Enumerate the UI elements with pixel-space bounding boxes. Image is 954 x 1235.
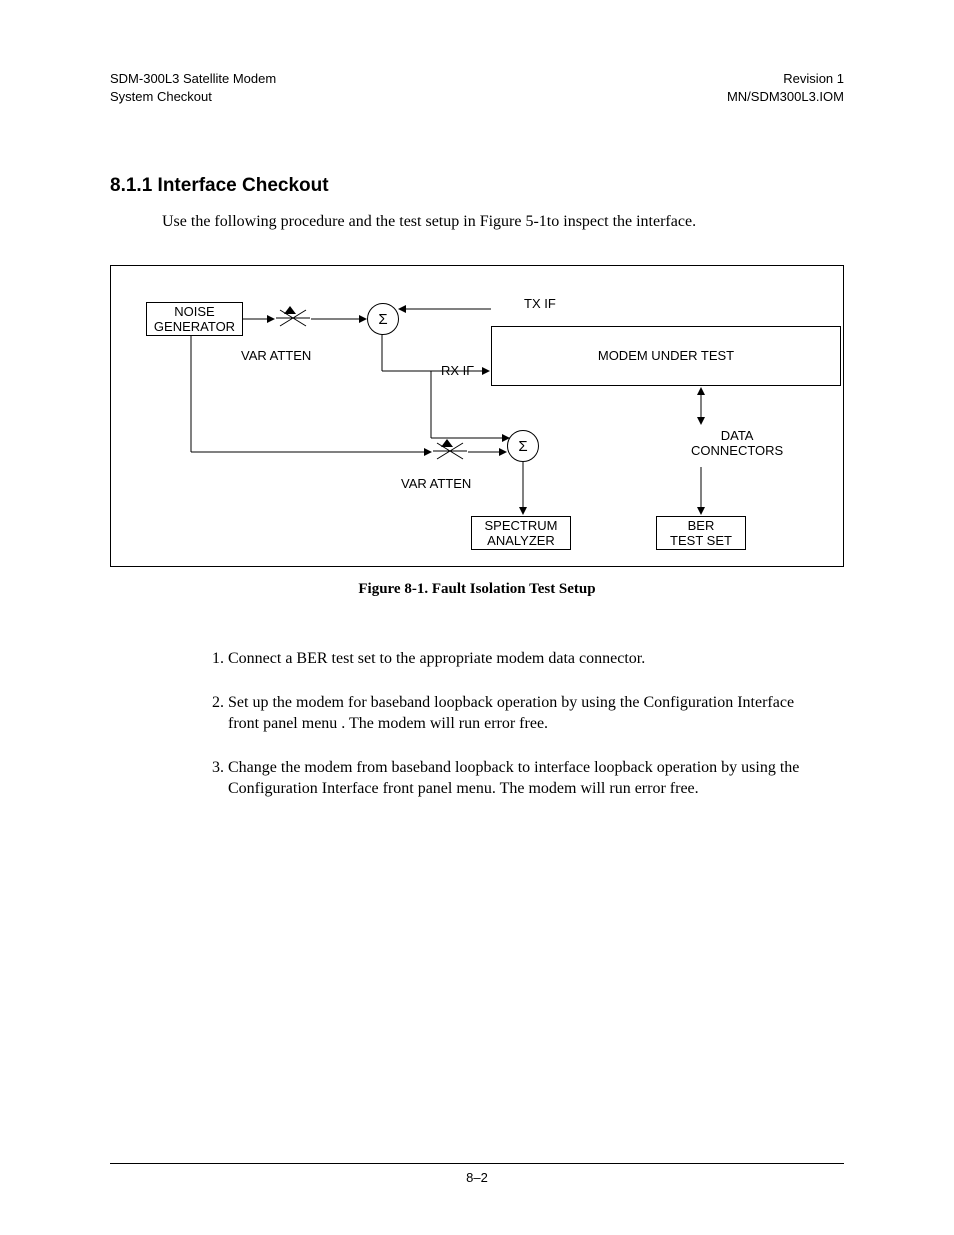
figure-diagram: NOISE GENERATOR VAR ATTEN Σ TX IF RX IF … (110, 265, 844, 567)
modem-under-test-box: MODEM UNDER TEST (491, 326, 841, 386)
step-1: Connect a BER test set to the appropriat… (228, 648, 829, 670)
header-left: SDM-300L3 Satellite Modem System Checkou… (110, 70, 276, 105)
sigma-bottom: Σ (507, 430, 539, 462)
noise-generator-box: NOISE GENERATOR (146, 302, 243, 336)
spectrum-analyzer-box: SPECTRUM ANALYZER (471, 516, 571, 550)
tx-if-label: TX IF (524, 296, 556, 311)
header-left-line1: SDM-300L3 Satellite Modem (110, 70, 276, 88)
page-number: 8–2 (466, 1170, 488, 1185)
page: SDM-300L3 Satellite Modem System Checkou… (0, 0, 954, 1235)
page-footer: 8–2 (110, 1163, 844, 1185)
var-atten-top-label: VAR ATTEN (241, 348, 311, 363)
intro-paragraph: Use the following procedure and the test… (162, 213, 844, 231)
step-2: Set up the modem for baseband loopback o… (228, 692, 829, 735)
header-right-line1: Revision 1 (727, 70, 844, 88)
page-header: SDM-300L3 Satellite Modem System Checkou… (110, 70, 844, 105)
var-atten-bottom-label: VAR ATTEN (401, 476, 471, 491)
header-left-line2: System Checkout (110, 88, 276, 106)
var-atten-top-icon (276, 306, 310, 330)
procedure-list: Connect a BER test set to the appropriat… (200, 648, 844, 800)
rx-if-label: RX IF (441, 363, 474, 378)
sigma-top: Σ (367, 303, 399, 335)
header-right-line2: MN/SDM300L3.IOM (727, 88, 844, 106)
header-right: Revision 1 MN/SDM300L3.IOM (727, 70, 844, 105)
var-atten-bottom-icon (433, 439, 467, 463)
section-heading: 8.1.1 Interface Checkout (110, 175, 844, 197)
step-3: Change the modem from baseband loopback … (228, 757, 829, 800)
ber-test-set-box: BER TEST SET (656, 516, 746, 550)
data-connectors-label: DATA CONNECTORS (691, 428, 783, 458)
figure-caption: Figure 8-1. Fault Isolation Test Setup (110, 581, 844, 598)
